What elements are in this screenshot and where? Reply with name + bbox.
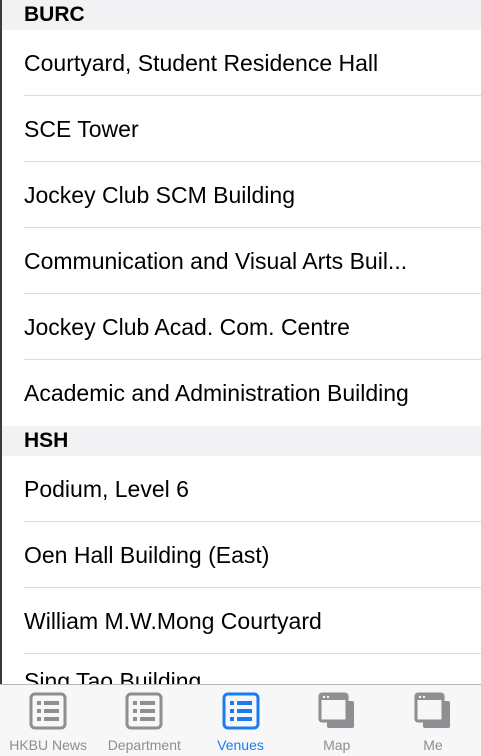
venue-list[interactable]: BURC Courtyard, Student Residence Hall S…	[2, 0, 481, 684]
windows-icon	[414, 692, 450, 728]
list-item-label: Oen Hall Building (East)	[24, 541, 270, 568]
section-title: BURC	[24, 3, 85, 26]
windows-icon	[318, 692, 354, 728]
tab-me[interactable]: Me	[385, 685, 481, 756]
list-item[interactable]: Oen Hall Building (East)	[2, 522, 481, 588]
section-header-hsh: HSH	[2, 426, 481, 456]
tab-bar: HKBU News Department Venues Map Me	[0, 684, 481, 756]
list-icon	[125, 692, 163, 730]
tab-map[interactable]: Map	[289, 685, 385, 756]
tab-hkbu-news[interactable]: HKBU News	[0, 685, 96, 756]
list-item-label: Podium, Level 6	[24, 475, 189, 502]
list-item-label: SCE Tower	[24, 115, 139, 142]
list-item[interactable]: Jockey Club Acad. Com. Centre	[2, 294, 481, 360]
section-header-burc: BURC	[2, 0, 481, 30]
tab-label: Department	[107, 737, 181, 753]
tab-label: Venues	[217, 737, 264, 753]
tab-label: Map	[323, 737, 351, 753]
list-item[interactable]: Podium, Level 6	[2, 456, 481, 522]
list-item-label: William M.W.Mong Courtyard	[24, 607, 322, 634]
tab-label: HKBU News	[9, 737, 87, 753]
list-icon	[222, 692, 259, 730]
list-item[interactable]: Sing Tao Building	[2, 654, 481, 684]
section-title: HSH	[24, 429, 69, 452]
list-item-label: Sing Tao Building	[24, 668, 202, 684]
list-item[interactable]: Jockey Club SCM Building	[2, 162, 481, 228]
list-item-label: Jockey Club SCM Building	[24, 181, 296, 208]
list-item-label: Jockey Club Acad. Com. Centre	[24, 313, 350, 340]
tab-label: Me	[423, 737, 443, 753]
list-item[interactable]: Academic and Administration Building	[2, 360, 481, 426]
list-item[interactable]: SCE Tower	[2, 96, 481, 162]
list-item[interactable]: Courtyard, Student Residence Hall	[2, 30, 481, 96]
tab-department[interactable]: Department	[96, 685, 192, 756]
list-item-label: Communication and Visual Arts Buil...	[24, 247, 408, 274]
list-item-label: Academic and Administration Building	[24, 379, 409, 406]
tab-venues[interactable]: Venues	[192, 685, 288, 756]
list-icon	[29, 692, 67, 730]
list-item[interactable]: William M.W.Mong Courtyard	[2, 588, 481, 654]
list-item-label: Courtyard, Student Residence Hall	[24, 49, 379, 76]
list-item[interactable]: Communication and Visual Arts Buil...	[2, 228, 481, 294]
